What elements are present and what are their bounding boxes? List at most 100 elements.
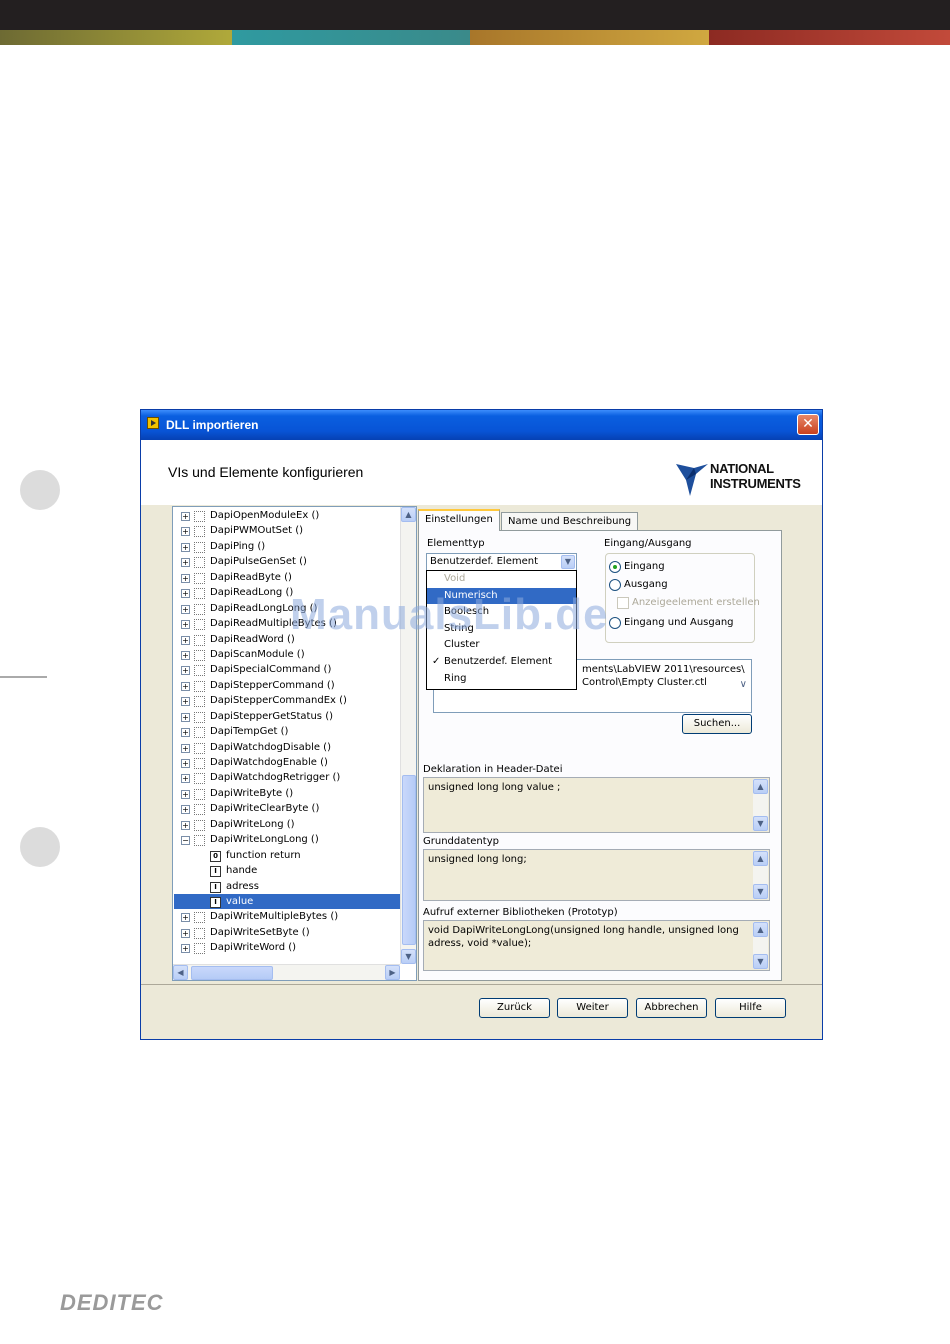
element-type-option: Void: [427, 571, 576, 588]
parameter-icon: I: [210, 896, 221, 908]
expand-icon[interactable]: +: [181, 743, 190, 753]
expand-icon[interactable]: +: [181, 759, 190, 768]
tree-function-item[interactable]: + DapiStepperGetStatus (): [174, 709, 401, 724]
expand-icon[interactable]: +: [181, 913, 190, 923]
expand-icon[interactable]: +: [181, 728, 190, 738]
tree-item-label: DapiReadLong (): [210, 587, 294, 599]
chevron-down-icon[interactable]: ∨: [740, 678, 747, 691]
tree-function-item[interactable]: + DapiWatchdogRetrigger (): [174, 770, 401, 785]
tree-vertical-thumb[interactable]: [402, 775, 416, 945]
parameter-icon: I: [210, 866, 221, 878]
tree-item-label: DapiWriteMultipleBytes (): [210, 911, 339, 923]
expand-icon[interactable]: +: [181, 697, 190, 707]
help-button[interactable]: Hilfe: [715, 998, 786, 1018]
create-indicator-checkbox[interactable]: [617, 597, 629, 609]
tree-horizontal-scrollbar[interactable]: ◀ ▶: [173, 964, 400, 980]
scroll-right-icon[interactable]: ▶: [385, 965, 400, 980]
declaration-scrollbar[interactable]: ▲ ▼: [753, 779, 768, 831]
scroll-up-icon[interactable]: ▲: [753, 779, 768, 794]
tree-function-item[interactable]: + DapiPWMOutSet (): [174, 523, 401, 538]
scroll-down-icon[interactable]: ▼: [753, 884, 768, 899]
tree-horizontal-thumb[interactable]: [191, 966, 273, 980]
search-button[interactable]: Suchen...: [682, 714, 752, 734]
in-out-radio[interactable]: [609, 617, 621, 629]
tree-function-item[interactable]: + DapiStepperCommand (): [174, 678, 401, 693]
tree-function-item[interactable]: + DapiStepperCommandEx (): [174, 693, 401, 708]
expand-icon[interactable]: +: [181, 712, 190, 722]
output-radio[interactable]: [609, 579, 621, 591]
tree-function-item[interactable]: + DapiWatchdogEnable (): [174, 755, 401, 770]
option-label: Benutzerdef. Element: [444, 655, 552, 667]
tree-param-item[interactable]: +Ivalue: [174, 893, 401, 910]
tree-function-item[interactable]: + DapiWriteClearByte (): [174, 801, 401, 816]
base-type-label: Grunddatentyp: [423, 836, 499, 847]
scroll-down-icon[interactable]: ▼: [753, 816, 768, 831]
expand-icon[interactable]: +: [181, 681, 190, 691]
expand-icon[interactable]: +: [181, 820, 190, 830]
collapse-icon[interactable]: −: [181, 836, 190, 846]
expand-icon[interactable]: +: [181, 604, 190, 614]
function-icon: [194, 511, 205, 522]
window-titlebar[interactable]: DLL importieren ✕: [141, 410, 822, 440]
tree-function-item[interactable]: + DapiWriteSetByte (): [174, 925, 401, 940]
expand-icon[interactable]: +: [181, 512, 190, 521]
scroll-down-icon[interactable]: ▼: [753, 954, 768, 969]
expand-icon[interactable]: +: [181, 928, 190, 938]
ni-logo-text: NATIONAL INSTRUMENTS: [710, 461, 801, 491]
scroll-down-icon[interactable]: ▼: [401, 949, 416, 964]
element-type-option[interactable]: ✓ Benutzerdef. Element: [427, 654, 576, 671]
expand-icon[interactable]: +: [181, 573, 190, 583]
tab-einstellungen[interactable]: Einstellungen: [418, 509, 500, 531]
tree-param-item[interactable]: +Iadress: [174, 879, 401, 894]
tree-param-item[interactable]: +0function return: [174, 848, 401, 863]
cancel-button[interactable]: Abbrechen: [636, 998, 707, 1018]
tree-function-item[interactable]: + DapiWriteByte (): [174, 786, 401, 801]
expand-icon[interactable]: +: [181, 774, 190, 784]
scroll-up-icon[interactable]: ▲: [401, 507, 416, 522]
element-type-option[interactable]: Ring: [427, 671, 576, 688]
expand-icon[interactable]: +: [181, 542, 190, 552]
tree-function-item[interactable]: + DapiWatchdogDisable (): [174, 740, 401, 755]
tree-item-label: DapiTempGet (): [210, 726, 289, 738]
tree-function-item[interactable]: + DapiSpecialCommand (): [174, 662, 401, 677]
next-button[interactable]: Weiter: [557, 998, 628, 1018]
tree-function-item[interactable]: + DapiScanModule (): [174, 647, 401, 662]
input-radio[interactable]: [609, 561, 621, 573]
tree-function-item[interactable]: − DapiWriteLongLong (): [174, 832, 401, 847]
expand-icon[interactable]: +: [181, 558, 190, 568]
expand-icon[interactable]: +: [181, 789, 190, 799]
scroll-left-icon[interactable]: ◀: [173, 965, 188, 980]
tree-function-item[interactable]: + DapiPing (): [174, 539, 401, 554]
scroll-up-icon[interactable]: ▲: [753, 851, 768, 866]
expand-icon[interactable]: +: [181, 589, 190, 599]
expand-icon[interactable]: +: [181, 635, 190, 645]
function-icon: [194, 943, 205, 955]
prototype-scrollbar[interactable]: ▲ ▼: [753, 922, 768, 969]
tree-function-item[interactable]: + DapiReadByte (): [174, 570, 401, 585]
scroll-up-icon[interactable]: ▲: [753, 922, 768, 937]
tree-param-item[interactable]: +Ihande: [174, 863, 401, 878]
element-type-select[interactable]: Benutzerdef. Element ▼: [426, 553, 577, 571]
expand-icon[interactable]: +: [181, 805, 190, 815]
tree-function-item[interactable]: + DapiOpenModuleEx (): [174, 508, 401, 523]
expand-icon[interactable]: +: [181, 650, 190, 660]
function-tree[interactable]: + DapiOpenModuleEx () + DapiPWMOutSet () + Da…: [172, 506, 417, 981]
color-band-red: [709, 30, 950, 45]
expand-icon[interactable]: +: [181, 620, 190, 630]
expand-icon[interactable]: +: [181, 666, 190, 676]
tree-function-item[interactable]: + DapiPulseGenSet (): [174, 554, 401, 569]
back-button[interactable]: Zurück: [479, 998, 550, 1018]
expand-icon[interactable]: +: [181, 527, 190, 537]
tab-name-und-beschreibung[interactable]: Name und Beschreibung: [501, 512, 639, 532]
page-color-band: [0, 30, 950, 45]
tree-function-item[interactable]: + DapiTempGet (): [174, 724, 401, 739]
expand-icon[interactable]: +: [181, 944, 190, 954]
tree-item-label: function return: [226, 849, 301, 861]
tree-function-item[interactable]: + DapiWriteLong (): [174, 817, 401, 832]
tree-function-item[interactable]: + DapiWriteWord (): [174, 940, 401, 955]
tree-function-item[interactable]: + DapiWriteMultipleBytes (): [174, 909, 401, 924]
tree-vertical-scrollbar[interactable]: ▲ ▼: [400, 507, 416, 964]
base-type-scrollbar[interactable]: ▲ ▼: [753, 851, 768, 899]
chevron-down-icon[interactable]: ▼: [561, 555, 575, 569]
close-button[interactable]: ✕: [797, 414, 819, 435]
